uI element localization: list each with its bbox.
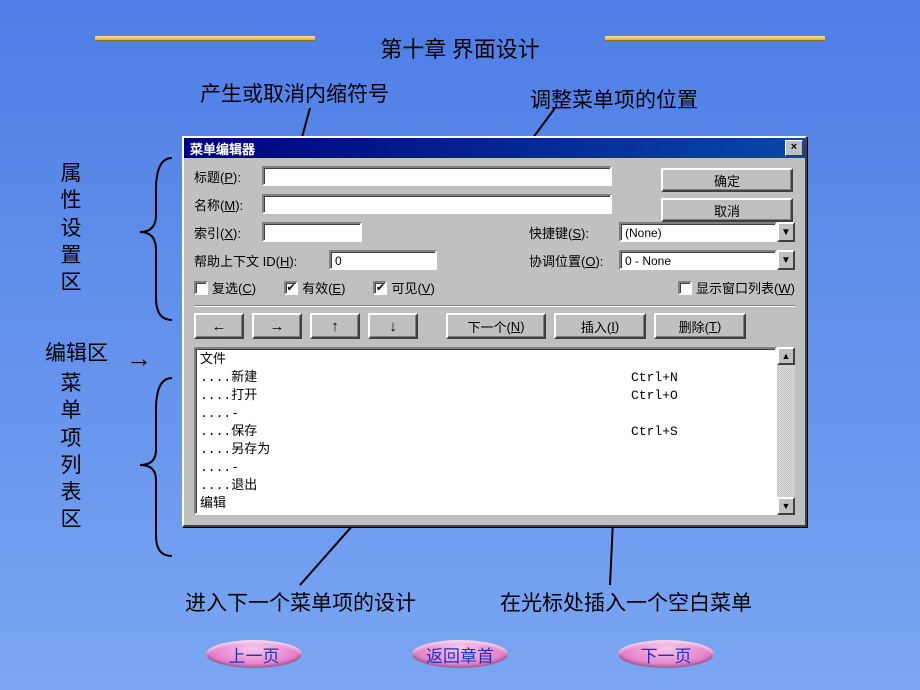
scroll-down-icon[interactable]: ▼ bbox=[777, 497, 795, 515]
list-item[interactable]: ....退出 bbox=[200, 477, 771, 495]
name-label: 名称(M): bbox=[194, 195, 262, 214]
checkbox-icon bbox=[678, 281, 692, 295]
list-item[interactable]: ....- bbox=[200, 459, 771, 477]
list-item-shortcut bbox=[631, 441, 771, 459]
negotiate-combo[interactable]: 0 - None ▼ bbox=[619, 250, 795, 270]
titlebar-text: 菜单编辑器 bbox=[190, 139, 785, 158]
arrow-left-icon: ← bbox=[212, 318, 227, 335]
insert-button[interactable]: 插入(I) bbox=[554, 313, 646, 339]
index-label: 索引(X): bbox=[194, 223, 262, 242]
list-item[interactable]: ....复制Ctrl+C bbox=[200, 513, 771, 515]
prev-slide-button[interactable]: 上一页 bbox=[206, 640, 302, 668]
windowlist-label: 显示窗口列表(W) bbox=[696, 278, 795, 297]
arrow-down-icon: ↓ bbox=[389, 318, 397, 335]
list-item-shortcut: Ctrl+N bbox=[631, 369, 771, 387]
slide-nav: 上一页 返回章首 下一页 bbox=[0, 640, 920, 668]
menu-listbox[interactable]: 文件....新建Ctrl+N....打开Ctrl+O....-....保存Ctr… bbox=[194, 347, 777, 515]
name-input[interactable] bbox=[262, 194, 612, 214]
list-item[interactable]: 编辑 bbox=[200, 495, 771, 513]
caption-label: 标题(P): bbox=[194, 167, 262, 186]
list-item-shortcut: Ctrl+O bbox=[631, 387, 771, 405]
checkbox-icon: ✔ bbox=[284, 281, 298, 295]
indent-button[interactable]: → bbox=[252, 313, 302, 339]
list-item[interactable]: ....新建Ctrl+N bbox=[200, 369, 771, 387]
divider bbox=[194, 305, 795, 307]
next-slide-button[interactable]: 下一页 bbox=[618, 640, 714, 668]
annotation-next: 进入下一个菜单项的设计 bbox=[185, 587, 416, 617]
arrow-right-icon: → bbox=[270, 318, 285, 335]
scroll-up-icon[interactable]: ▲ bbox=[777, 347, 795, 365]
list-item-text: ....另存为 bbox=[200, 441, 631, 459]
checked-label: 复选(C) bbox=[212, 278, 256, 297]
annotation-insert: 在光标处插入一个空白菜单 bbox=[500, 587, 752, 617]
outdent-button[interactable]: ← bbox=[194, 313, 244, 339]
region-label-edit: 编辑区 bbox=[45, 337, 108, 367]
helpctx-input[interactable]: 0 bbox=[329, 250, 437, 270]
checkbox-icon: ✔ bbox=[373, 281, 387, 295]
list-item-text: ....- bbox=[200, 459, 631, 477]
list-item-shortcut bbox=[631, 477, 771, 495]
visible-label: 可见(V) bbox=[391, 278, 434, 297]
helpctx-label: 帮助上下文 ID(H): bbox=[194, 251, 329, 270]
list-item-text: ....- bbox=[200, 405, 631, 423]
list-item-text: 文件 bbox=[200, 351, 631, 369]
list-item[interactable]: ....打开Ctrl+O bbox=[200, 387, 771, 405]
list-item-shortcut bbox=[631, 405, 771, 423]
annotation-indent: 产生或取消内缩符号 bbox=[200, 78, 389, 108]
negotiate-label: 协调位置(O): bbox=[529, 251, 619, 270]
list-item-text: ....复制 bbox=[200, 513, 631, 515]
list-item-text: ....新建 bbox=[200, 369, 631, 387]
checked-checkbox[interactable]: 复选(C) bbox=[194, 278, 256, 297]
chevron-down-icon[interactable]: ▼ bbox=[777, 250, 795, 270]
move-up-button[interactable]: ↑ bbox=[310, 313, 360, 339]
enabled-checkbox[interactable]: ✔ 有效(E) bbox=[284, 278, 345, 297]
home-slide-button[interactable]: 返回章首 bbox=[412, 640, 508, 668]
scrollbar[interactable]: ▲ ▼ bbox=[777, 347, 795, 515]
list-item-text: ....打开 bbox=[200, 387, 631, 405]
delete-button[interactable]: 删除(T) bbox=[654, 313, 746, 339]
windowlist-checkbox[interactable]: 显示窗口列表(W) bbox=[678, 278, 795, 297]
list-item-shortcut bbox=[631, 495, 771, 513]
slide-title: 第十章 界面设计 bbox=[0, 32, 920, 64]
list-item[interactable]: ....另存为 bbox=[200, 441, 771, 459]
menu-editor-dialog: 菜单编辑器 × 确定 取消 标题(P): 名称(M): 索引(X): 快捷键(S… bbox=[182, 136, 807, 527]
shortcut-label: 快捷键(S): bbox=[529, 223, 619, 242]
list-item-text: ....保存 bbox=[200, 423, 631, 441]
list-item[interactable]: 文件 bbox=[200, 351, 771, 369]
edit-toolbar: ← → ↑ ↓ 下一个(N) 插入(I) 删除(T) bbox=[194, 313, 795, 339]
list-item[interactable]: ....- bbox=[200, 405, 771, 423]
checkbox-icon bbox=[194, 281, 208, 295]
list-item-shortcut: Ctrl+S bbox=[631, 423, 771, 441]
close-icon[interactable]: × bbox=[785, 140, 803, 156]
annotation-position: 调整菜单项的位置 bbox=[530, 84, 698, 114]
next-button[interactable]: 下一个(N) bbox=[446, 313, 546, 339]
list-item-shortcut bbox=[631, 459, 771, 477]
list-item-text: 编辑 bbox=[200, 495, 631, 513]
list-item-shortcut bbox=[631, 351, 771, 369]
list-item-text: ....退出 bbox=[200, 477, 631, 495]
region-label-list: 菜单项列表区 bbox=[60, 370, 82, 534]
list-item[interactable]: ....保存Ctrl+S bbox=[200, 423, 771, 441]
list-item-shortcut: Ctrl+C bbox=[631, 513, 771, 515]
visible-checkbox[interactable]: ✔ 可见(V) bbox=[373, 278, 434, 297]
caption-input[interactable] bbox=[262, 166, 612, 186]
enabled-label: 有效(E) bbox=[302, 278, 345, 297]
ok-button[interactable]: 确定 bbox=[661, 168, 793, 192]
scroll-track[interactable] bbox=[777, 365, 795, 497]
edit-area-arrow-icon: → bbox=[126, 344, 152, 374]
region-label-properties: 属性设置区 bbox=[60, 160, 82, 296]
move-down-button[interactable]: ↓ bbox=[368, 313, 418, 339]
negotiate-value: 0 - None bbox=[619, 250, 777, 270]
index-input[interactable] bbox=[262, 222, 362, 242]
titlebar[interactable]: 菜单编辑器 × bbox=[184, 138, 805, 158]
arrow-up-icon: ↑ bbox=[331, 318, 339, 335]
cancel-button[interactable]: 取消 bbox=[661, 198, 793, 222]
